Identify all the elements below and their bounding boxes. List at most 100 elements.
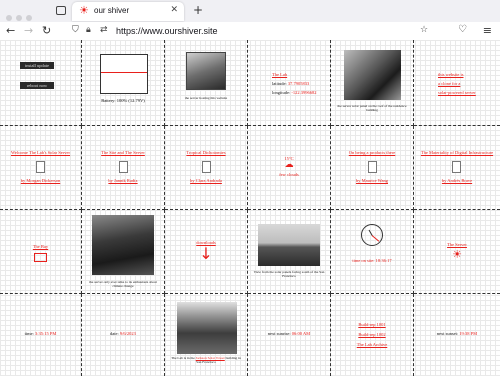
cell-article-4[interactable]: On being a products there by Maurice Wan…	[331, 126, 414, 210]
build-link-1[interactable]: Build-rep 1001	[331, 320, 413, 330]
build-link-2[interactable]: Build-rep 1002	[331, 330, 413, 340]
reboot-button[interactable]: reboot now	[20, 82, 54, 89]
close-window-button[interactable]	[6, 15, 12, 21]
server-link[interactable]: The Server	[414, 242, 500, 247]
close-tab-icon[interactable]: ✕	[170, 5, 178, 15]
about-line-3[interactable]: solar-powered server	[438, 88, 476, 97]
latitude-value: 37.7905833	[287, 81, 310, 86]
page-content: install update reboot now Battery: 100% …	[0, 40, 500, 376]
sunrise-value: 06:00 AM	[291, 331, 311, 336]
article-4-title[interactable]: On being a products there	[331, 150, 413, 155]
lock-icon[interactable]: 🔒︎	[86, 25, 91, 35]
bookmark-star-icon[interactable]: ☆	[420, 25, 428, 35]
article-2-title[interactable]: The Site and The Server	[82, 150, 164, 155]
archive-link[interactable]: The Lab Archive	[331, 340, 413, 350]
shield-icon[interactable]: ⛉	[72, 25, 79, 35]
solar-panel-caption: the server solar panel on the roof of th…	[337, 104, 407, 112]
cell-view-photo: View from the solar panels facing south …	[248, 210, 331, 294]
clock-icon	[361, 224, 383, 246]
back-button[interactable]: ←	[6, 24, 15, 37]
cell-about: this website is a clone for a solar-powe…	[414, 40, 500, 126]
navigation-bar: ← → ↻ ⛉ 🔒︎ ⇄ https://www.ourshiver.site …	[0, 22, 500, 42]
url-bar[interactable]: ⛉ 🔒︎ ⇄ https://www.ourshiver.site ☆	[70, 23, 450, 40]
document-icon	[36, 161, 45, 173]
document-icon	[202, 161, 211, 173]
new-tab-button[interactable]: +	[193, 3, 203, 17]
cell-clock: time on site: 18:36:17	[331, 210, 414, 294]
cloud-icon: ☁	[284, 160, 294, 170]
permissions-icon[interactable]: ⇄	[100, 25, 108, 35]
cell-location: The Lab latitude: 37.7905833 longitude: …	[248, 40, 331, 126]
battery-chart	[100, 54, 148, 94]
cell-article-2[interactable]: The Site and The Server by Jannik Radix	[82, 126, 165, 210]
active-tab[interactable]: ☀ our shiver ✕	[72, 2, 184, 21]
article-5-title[interactable]: The Materiality of Digital Infrastructur…	[414, 150, 500, 155]
server-photo	[186, 52, 226, 90]
battery-level-line	[101, 72, 147, 73]
about-line-2[interactable]: a clone for a	[438, 79, 476, 88]
time-label: time:	[24, 331, 34, 336]
date-label: date:	[110, 331, 119, 336]
map-title[interactable]: The Bay	[0, 244, 81, 249]
article-4-author[interactable]: by Maurice Wang	[331, 178, 413, 183]
cell-date: date: 9/6/2023	[82, 294, 165, 376]
battery-status: Battery: 100% (12.79V)	[101, 98, 145, 103]
tab-overview-icon[interactable]	[56, 6, 66, 15]
cell-night-photo: the server only ever talks to its enthus…	[82, 210, 165, 294]
time-value: 3:35:15 PM	[34, 331, 57, 336]
document-icon	[452, 161, 461, 173]
tab-title: our shiver	[94, 6, 130, 15]
url-text[interactable]: https://www.ourshiver.site	[116, 26, 218, 36]
cell-downloads: downloads ↓	[165, 210, 248, 294]
latitude-label: latitude:	[272, 81, 287, 86]
forward-button[interactable]: →	[24, 24, 33, 37]
install-update-button[interactable]: install update	[20, 62, 54, 69]
view-photo	[258, 224, 320, 266]
sunset-value: 19:38 PM	[459, 331, 478, 336]
cell-article-5[interactable]: The Materiality of Digital Infrastructur…	[414, 126, 500, 210]
sunrise-label: next sunrise:	[267, 331, 291, 336]
longitude-label: longitude:	[272, 90, 291, 95]
cell-links: Build-rep 1001 Build-rep 1002 The Lab Ar…	[331, 294, 414, 376]
minimize-window-button[interactable]	[16, 15, 22, 21]
night-photo-caption: the server only ever talks to its enthus…	[89, 280, 157, 288]
pocket-icon[interactable]: ♡	[458, 24, 467, 35]
cell-article-1[interactable]: Welcome The Lab's Solar Server by Morgan…	[0, 126, 82, 210]
article-1-title[interactable]: Welcome The Lab's Solar Server	[0, 150, 81, 155]
sunset-label: next sunset:	[436, 331, 459, 336]
cell-server-sun: The Server ☀	[414, 210, 500, 294]
article-3-author[interactable]: by Clara Andrada	[165, 178, 247, 183]
weather-description: few clouds	[279, 172, 299, 177]
cell-server-photo: the server hosting this website	[165, 40, 248, 126]
document-icon	[119, 161, 128, 173]
sun-favicon-icon: ☀	[79, 4, 89, 17]
article-1-author[interactable]: by Morgan Dickerson	[0, 178, 81, 183]
night-photo	[92, 215, 154, 275]
date-value: 9/6/2023	[119, 331, 136, 336]
tab-bar: ☀ our shiver ✕ +	[0, 0, 500, 22]
longitude-value: -122.3996682	[291, 90, 317, 95]
cell-solar-panel-photo: the server solar panel on the roof of th…	[331, 40, 414, 126]
building-photo	[177, 302, 237, 354]
article-2-author[interactable]: by Jannik Radix	[82, 178, 164, 183]
about-line-1[interactable]: this website is	[438, 70, 476, 79]
sun-icon: ☀	[452, 248, 462, 261]
cell-weather: 15°C ☁ few clouds	[248, 126, 331, 210]
cell-sunset: next sunset: 19:38 PM	[414, 294, 500, 376]
reload-button[interactable]: ↻	[42, 24, 51, 37]
download-arrow-icon[interactable]: ↓	[165, 244, 247, 263]
cell-time: time: 3:35:15 PM	[0, 294, 82, 376]
cell-article-3[interactable]: Tropical Dichotomies by Clara Andrada	[165, 126, 248, 210]
location-name[interactable]: The Lab	[272, 70, 317, 79]
menu-icon[interactable]: ≡	[483, 24, 492, 37]
solar-panel-photo	[344, 50, 401, 100]
article-3-title[interactable]: Tropical Dichotomies	[165, 150, 247, 155]
article-5-author[interactable]: by Andrés Brave	[414, 178, 500, 183]
view-photo-caption: View from the solar panels facing south …	[253, 270, 325, 278]
building-photo-caption: The Lab is in the Jackson Solar Tower bu…	[171, 356, 241, 364]
maximize-window-button[interactable]	[26, 15, 32, 21]
map-icon[interactable]	[34, 253, 47, 262]
cell-building-photo: The Lab is in the Jackson Solar Tower bu…	[165, 294, 248, 376]
cell-sunrise: next sunrise: 06:00 AM	[248, 294, 331, 376]
document-icon	[368, 161, 377, 173]
